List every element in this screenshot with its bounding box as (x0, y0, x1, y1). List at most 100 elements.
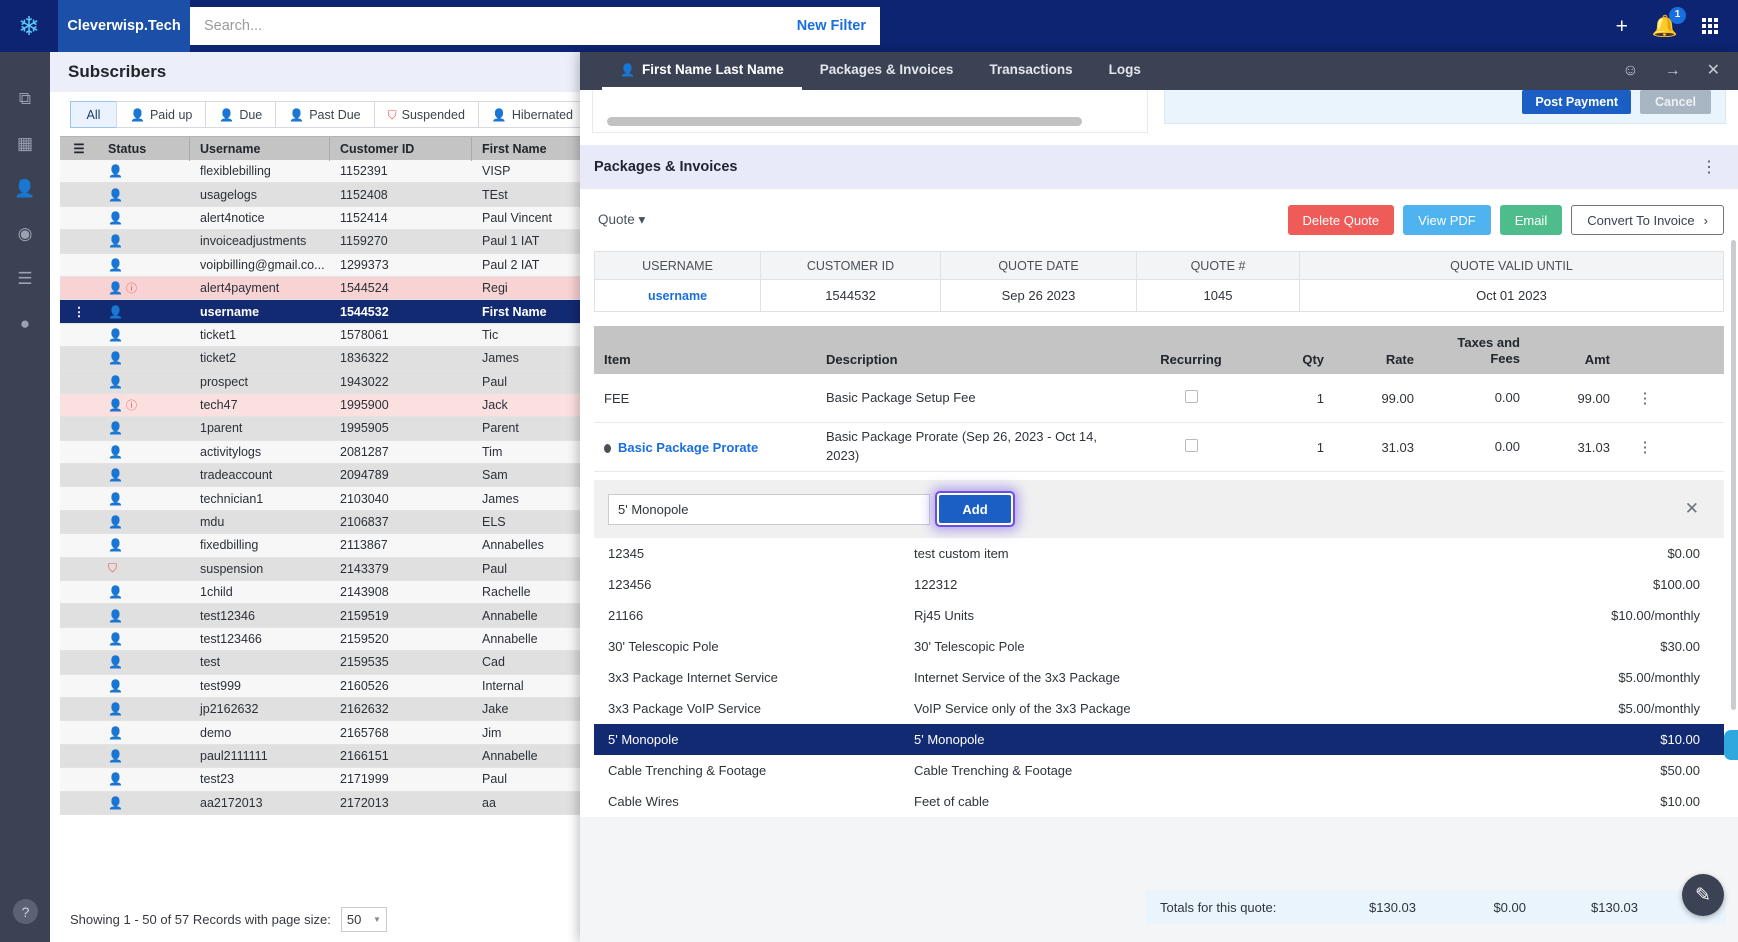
row-kebab-icon[interactable] (60, 791, 98, 814)
close-icon[interactable]: ✕ (1685, 499, 1699, 519)
page-size-select[interactable]: 50 ▼ (340, 906, 387, 932)
item-option-row[interactable]: 21166 Rj45 Units $10.00/monthly (594, 600, 1724, 631)
row-kebab-icon[interactable] (60, 581, 98, 604)
app-logo[interactable]: ❄ (0, 0, 58, 52)
horizontal-scrollbar[interactable] (607, 117, 1082, 126)
column-menu-icon[interactable]: ☰ (60, 137, 98, 161)
quote-username-link[interactable]: username (648, 289, 707, 303)
row-kebab-icon[interactable] (60, 744, 98, 767)
item-option-row[interactable]: Cable Trenching & Footage Cable Trenching… (594, 755, 1724, 786)
sidebar-item-subscribers[interactable]: 👤 (14, 180, 35, 197)
apps-grid-icon[interactable] (1702, 18, 1718, 34)
row-kebab-icon[interactable] (60, 347, 98, 370)
row-kebab-icon[interactable] (60, 697, 98, 720)
option-description: 30' Telescopic Pole (914, 639, 1025, 654)
row-kebab-icon[interactable] (60, 276, 98, 299)
map-pin-icon[interactable]: ● (20, 315, 30, 332)
row-kebab-icon[interactable] (60, 323, 98, 346)
row-kebab-icon[interactable] (60, 534, 98, 557)
email-button[interactable]: Email (1499, 205, 1563, 235)
row-kebab-icon[interactable] (60, 393, 98, 416)
plus-icon[interactable]: + (1616, 16, 1628, 37)
line-item-kebab-icon[interactable]: ⋮ (1620, 438, 1670, 456)
status-tab-paid-up[interactable]: 👤 Paid up (116, 101, 207, 128)
copy-icon[interactable]: ⧉ (19, 90, 31, 107)
close-icon[interactable]: ✕ (1707, 63, 1720, 79)
item-option-row[interactable]: 12345 test custom item $0.00 (594, 538, 1724, 569)
status-tab-hibernated[interactable]: 👤 Hibernated (477, 101, 588, 128)
row-kebab-icon[interactable] (60, 253, 98, 276)
column-first-name[interactable]: First Name (472, 137, 597, 161)
status-tab-all[interactable]: All (70, 101, 117, 128)
person-red-icon: 👤 (108, 748, 123, 763)
dashboard-icon[interactable]: ▦ (17, 135, 33, 152)
status-tab-label: Past Due (309, 107, 361, 122)
row-kebab-icon[interactable] (60, 370, 98, 393)
row-kebab-icon[interactable]: ⋮ (60, 300, 98, 323)
column-status[interactable]: Status (98, 136, 190, 161)
row-kebab-icon[interactable] (60, 604, 98, 627)
item-option-row[interactable]: 5' Monopole 5' Monopole $10.00 (594, 724, 1724, 755)
row-kebab-icon[interactable] (60, 768, 98, 791)
side-feedback-tab[interactable] (1724, 730, 1738, 760)
item-option-row[interactable]: 3x3 Package Internet Service Internet Ser… (594, 662, 1724, 693)
column-username[interactable]: Username (190, 136, 330, 161)
row-kebab-icon[interactable] (60, 206, 98, 229)
quote-type-dropdown[interactable]: Quote ▾ (594, 212, 645, 228)
lih-taxes: Taxes and Fees (1457, 334, 1520, 366)
line-item-link[interactable]: Basic Package Prorate (618, 440, 758, 455)
item-option-row[interactable]: 123456 122312 $100.00 (594, 569, 1724, 600)
row-kebab-icon[interactable] (60, 160, 98, 183)
row-kebab-icon[interactable] (60, 510, 98, 533)
item-option-row[interactable]: 30' Telescopic Pole 30' Telescopic Pole $3… (594, 631, 1724, 662)
drawer-tab-first-name-last-name[interactable]: 👤 First Name Last Name (602, 52, 802, 90)
arrow-right-icon[interactable]: → (1665, 63, 1681, 79)
recurring-checkbox[interactable] (1184, 439, 1198, 452)
kebab-menu-icon[interactable]: ⋮ (1701, 157, 1718, 177)
convert-to-invoice-button[interactable]: Convert To Invoice › (1571, 205, 1724, 235)
row-kebab-icon[interactable] (60, 487, 98, 510)
cell-first-name: Paul (482, 561, 508, 576)
line-item-row: FEE Basic Package Setup Fee 1 99.00 0.00 99.0… (594, 374, 1724, 423)
item-option-row[interactable]: Cable Wires Feet of cable $10.00 (594, 786, 1724, 817)
new-filter-link[interactable]: New Filter (797, 18, 866, 34)
post-payment-button[interactable]: Post Payment (1522, 90, 1631, 114)
line-item-name[interactable]: Basic Package Prorate (594, 440, 826, 455)
line-item-kebab-icon[interactable]: ⋮ (1620, 389, 1670, 407)
smiley-icon[interactable]: ☺ (1622, 63, 1638, 79)
row-kebab-icon[interactable] (60, 464, 98, 487)
status-tab-due[interactable]: 👤 Due (205, 101, 277, 128)
drawer-tab-packages-invoices[interactable]: Packages & Invoices (802, 52, 972, 90)
delete-quote-button[interactable]: Delete Quote (1287, 205, 1395, 235)
recurring-checkbox[interactable] (1184, 390, 1198, 403)
row-kebab-icon[interactable] (60, 674, 98, 697)
chat-fab-icon[interactable]: ✎ (1682, 874, 1724, 916)
row-kebab-icon[interactable] (60, 230, 98, 253)
list-icon[interactable]: ☰ (17, 270, 32, 287)
item-search-input[interactable] (608, 493, 930, 525)
drawer-tab-transactions[interactable]: Transactions (971, 52, 1090, 90)
drawer-vertical-scrollbar[interactable] (1731, 240, 1736, 710)
row-kebab-icon[interactable] (60, 627, 98, 650)
row-kebab-icon[interactable] (60, 721, 98, 744)
globe-icon[interactable]: ◉ (18, 225, 33, 242)
item-option-row[interactable]: 3x3 Package VoIP Service VoIP Service onl… (594, 693, 1724, 724)
option-description: test custom item (914, 546, 1009, 561)
row-kebab-icon[interactable] (60, 417, 98, 440)
view-pdf-button[interactable]: View PDF (1403, 205, 1491, 235)
cancel-button[interactable]: Cancel (1640, 90, 1711, 114)
status-tab-past-due[interactable]: 👤 Past Due (275, 101, 375, 128)
bell-icon[interactable]: 🔔 1 (1652, 6, 1686, 37)
row-kebab-icon[interactable] (60, 183, 98, 206)
status-tab-suspended[interactable]: ⛉ Suspended (373, 101, 479, 128)
add-button[interactable]: Add (939, 495, 1011, 523)
row-kebab-icon[interactable] (60, 440, 98, 463)
column-customer-id[interactable]: Customer ID (330, 136, 472, 161)
drawer-tab-logs[interactable]: Logs (1091, 52, 1159, 90)
search-input[interactable] (204, 8, 724, 44)
payment-action-card: Post Payment Cancel (1164, 90, 1726, 124)
brand-button[interactable]: Cleverwisp.Tech (58, 0, 190, 52)
row-kebab-icon[interactable] (60, 557, 98, 580)
help-button[interactable]: ? (13, 899, 38, 924)
row-kebab-icon[interactable] (60, 651, 98, 674)
